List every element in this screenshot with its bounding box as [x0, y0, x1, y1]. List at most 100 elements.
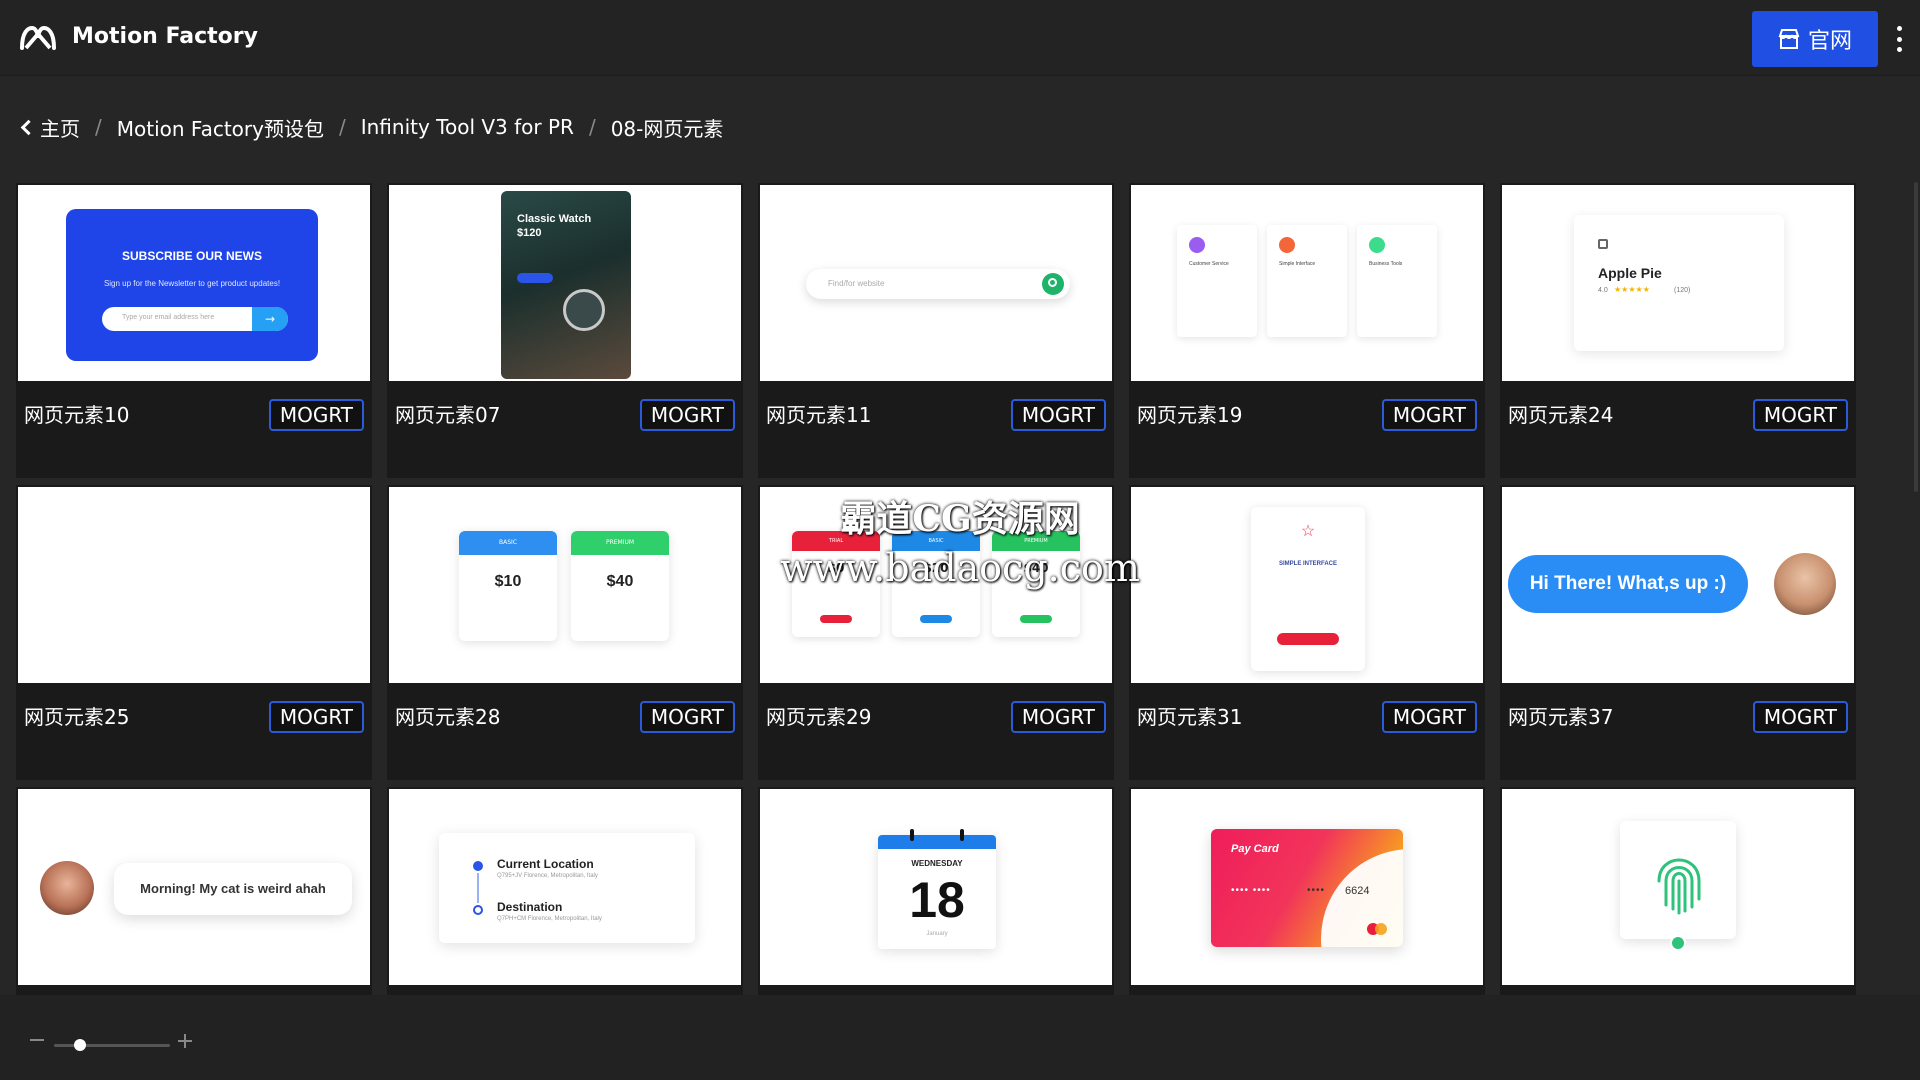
cta-button: [1277, 633, 1339, 645]
card-brand-icon: [1375, 923, 1387, 935]
asset-card[interactable]: TRIAL $0 BASIC $20 PREMIUM $40 网页元素29 MO…: [758, 485, 1114, 780]
breadcrumb-home[interactable]: 主页: [40, 113, 80, 142]
mogrt-badge[interactable]: MOGRT: [1752, 701, 1848, 733]
recipe-rating: 4.0: [1598, 287, 1608, 294]
check-icon: [1670, 935, 1686, 951]
asset-thumbnail[interactable]: [1502, 789, 1854, 985]
asset-card[interactable]: SUBSCRIBE OUR NEWS Sign up for the Newsl…: [16, 183, 372, 478]
asset-card[interactable]: WEDNESDAY 18 January: [758, 787, 1114, 995]
route-card: Current Location Q795+JV Florence, Metro…: [439, 833, 695, 943]
asset-card[interactable]: Hi There! What,s up :) 网页元素37 MOGRT: [1500, 485, 1856, 780]
asset-thumbnail[interactable]: TRIAL $0 BASIC $20 PREMIUM $40: [760, 487, 1112, 683]
mogrt-badge[interactable]: MOGRT: [1010, 701, 1106, 733]
mogrt-badge[interactable]: MOGRT: [1752, 399, 1848, 431]
storefront-icon: [1778, 29, 1800, 49]
chevron-left-icon[interactable]: [20, 119, 37, 135]
breadcrumb-current: 08-网页元素: [610, 116, 724, 141]
watch-image: Classic Watch $120: [501, 191, 631, 379]
recipe-title: Apple Pie: [1598, 265, 1662, 281]
origin-address: Q795+JV Florence, Metropolitan, Italy: [497, 873, 598, 879]
card-title: 网页元素10: [24, 403, 130, 427]
asset-card[interactable]: [1500, 787, 1856, 995]
mogrt-badge[interactable]: MOGRT: [1381, 701, 1477, 733]
newsletter-title: SUBSCRIBE OUR NEWS: [121, 249, 262, 263]
asset-thumbnail[interactable]: ☆ SIMPLE INTERFACE: [1131, 487, 1483, 683]
card-title: 网页元素29: [766, 705, 872, 729]
recipe-card: Apple Pie 4.0 ★★★★★ (120): [1574, 215, 1784, 351]
calendar-header: [878, 835, 996, 849]
asset-thumbnail[interactable]: Hi There! What,s up :): [1502, 487, 1854, 683]
asset-card[interactable]: BASIC $10 PREMIUM $40 网页元素28 MOGRT: [387, 485, 743, 780]
mogrt-badge[interactable]: MOGRT: [1010, 399, 1106, 431]
more-menu-icon[interactable]: [1893, 26, 1905, 52]
asset-thumbnail[interactable]: Current Location Q795+JV Florence, Metro…: [389, 789, 741, 985]
newsletter-subtitle: Sign up for the Newsletter to get produc…: [103, 279, 281, 288]
card-title: 网页元素19: [1137, 403, 1243, 427]
breadcrumb-tool[interactable]: Infinity Tool V3 for PR: [361, 115, 574, 139]
vertical-scrollbar[interactable]: [1914, 182, 1918, 492]
shop-button: [517, 273, 553, 283]
zoom-slider-track[interactable]: [54, 1044, 170, 1047]
card-title: 网页元素24: [1508, 403, 1614, 427]
star-rating-icon: ★★★★★: [1614, 285, 1650, 294]
route-line: [477, 873, 479, 903]
asset-thumbnail[interactable]: [18, 487, 370, 683]
card-title: 网页元素07: [395, 403, 501, 427]
newsletter-input: Type your email address here →: [102, 307, 288, 331]
asset-card[interactable]: Find/for website 网页元素11 MOGRT: [758, 183, 1114, 478]
plan-label: PREMIUM: [571, 531, 669, 555]
official-site-button[interactable]: 官网: [1752, 11, 1878, 67]
asset-thumbnail[interactable]: Pay Card •••• •••• •••• 6624: [1131, 789, 1483, 985]
zoom-slider-handle[interactable]: [74, 1039, 86, 1051]
asset-card[interactable]: Current Location Q795+JV Florence, Metro…: [387, 787, 743, 995]
calendar-icon: WEDNESDAY 18 January: [878, 835, 996, 949]
pricing-card: PREMIUM $40: [992, 531, 1080, 637]
breadcrumb-separator: /: [588, 115, 596, 139]
recipe-review-count: (120): [1674, 287, 1691, 294]
feature-card: Business Tools: [1357, 225, 1437, 337]
card-number-mask: •••• ••••: [1231, 885, 1271, 896]
plan-price: $0: [827, 561, 845, 575]
asset-thumbnail[interactable]: SUBSCRIBE OUR NEWS Sign up for the Newsl…: [18, 185, 370, 381]
search-bar: Find/for website: [806, 269, 1070, 299]
app-title: Motion Factory: [72, 24, 258, 49]
destination-pin-icon: [473, 905, 483, 915]
asset-thumbnail[interactable]: WEDNESDAY 18 January: [760, 789, 1112, 985]
mogrt-badge[interactable]: MOGRT: [268, 701, 364, 733]
asset-thumbnail[interactable]: Apple Pie 4.0 ★★★★★ (120): [1502, 185, 1854, 381]
newsletter-panel: SUBSCRIBE OUR NEWS Sign up for the Newsl…: [66, 209, 318, 361]
zoom-out-icon[interactable]: [30, 1039, 44, 1041]
fingerprint-card: [1620, 821, 1736, 939]
asset-card[interactable]: Classic Watch $120 网页元素07 MOGRT: [387, 183, 743, 478]
plan-label: TRIAL: [792, 531, 880, 551]
breadcrumb-presets[interactable]: Motion Factory预设包: [117, 113, 324, 142]
buy-button: [820, 615, 852, 623]
asset-thumbnail[interactable]: Morning! My cat is weird ahah: [18, 789, 370, 985]
destination-title: Destination: [497, 900, 563, 914]
card-title: 网页元素37: [1508, 705, 1614, 729]
plan-price: $40: [1023, 561, 1049, 575]
asset-thumbnail[interactable]: Classic Watch $120: [389, 185, 741, 381]
asset-card[interactable]: Pay Card •••• •••• •••• 6624: [1129, 787, 1485, 995]
asset-thumbnail[interactable]: BASIC $10 PREMIUM $40: [389, 487, 741, 683]
mogrt-badge[interactable]: MOGRT: [1381, 399, 1477, 431]
motion-factory-logo-icon[interactable]: [18, 22, 58, 54]
asset-card[interactable]: Customer Service Simple Interface Busine…: [1129, 183, 1485, 478]
mogrt-badge[interactable]: MOGRT: [639, 701, 735, 733]
buy-button: [920, 615, 952, 623]
search-placeholder: Find/for website: [828, 279, 885, 288]
mogrt-badge[interactable]: MOGRT: [268, 399, 364, 431]
asset-thumbnail[interactable]: Customer Service Simple Interface Busine…: [1131, 185, 1483, 381]
calendar-day: WEDNESDAY: [911, 859, 963, 868]
official-site-label: 官网: [1807, 29, 1852, 54]
asset-thumbnail[interactable]: Find/for website: [760, 185, 1112, 381]
asset-card[interactable]: Apple Pie 4.0 ★★★★★ (120) 网页元素24 MOGRT: [1500, 183, 1856, 478]
breadcrumb-separator: /: [338, 115, 346, 139]
asset-card[interactable]: Morning! My cat is weird ahah: [16, 787, 372, 995]
mogrt-badge[interactable]: MOGRT: [639, 399, 735, 431]
asset-card[interactable]: 网页元素25 MOGRT: [16, 485, 372, 780]
asset-card[interactable]: ☆ SIMPLE INTERFACE 网页元素31 MOGRT: [1129, 485, 1485, 780]
zoom-in-icon[interactable]: [178, 1034, 192, 1048]
star-icon: ☆: [1300, 523, 1316, 540]
watch-face-icon: [563, 289, 605, 331]
